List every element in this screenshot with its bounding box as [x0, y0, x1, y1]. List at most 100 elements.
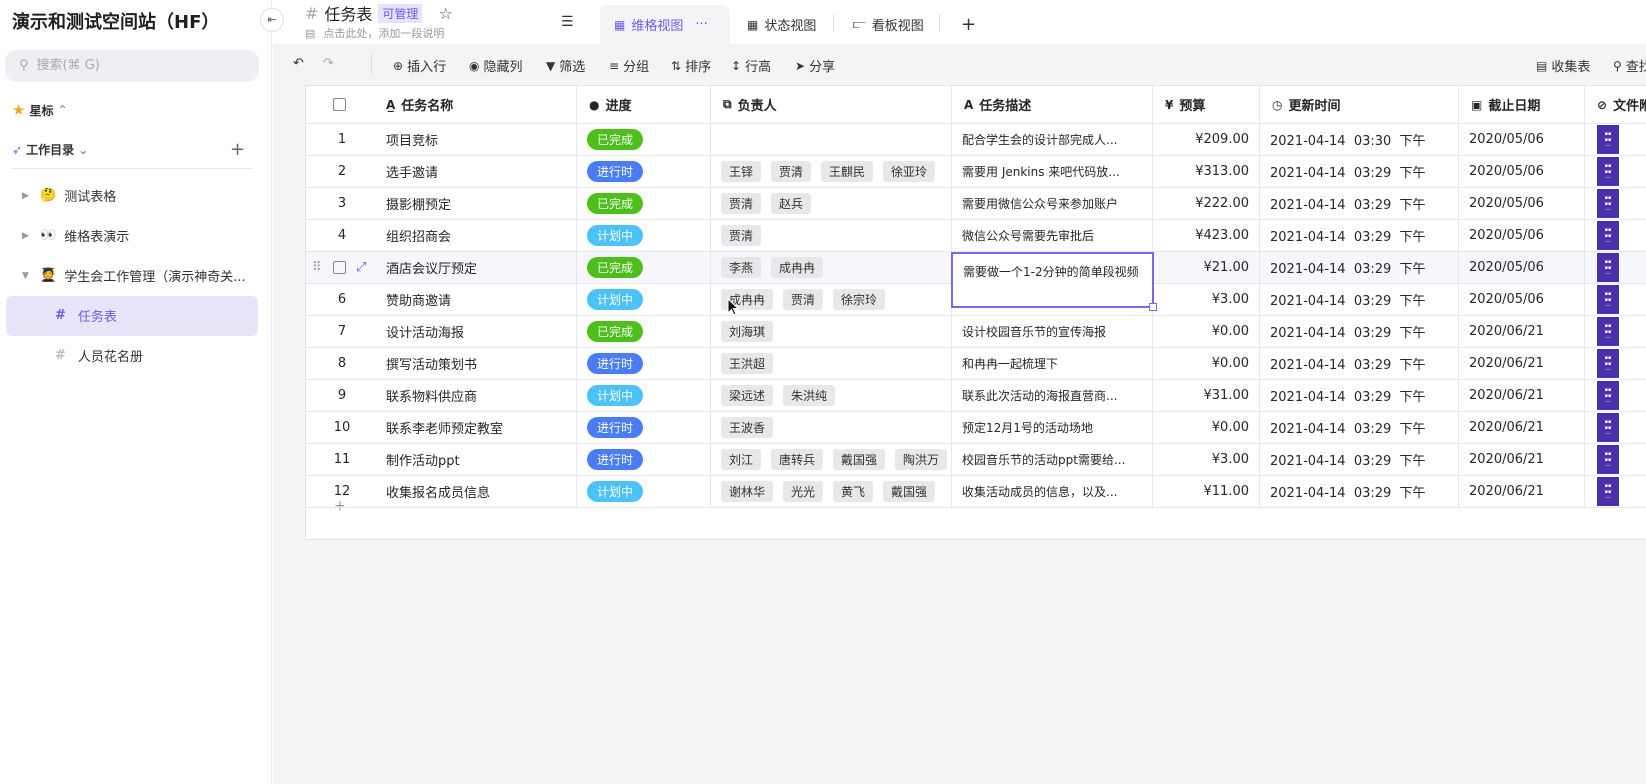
status-cell[interactable]: 进行时 [577, 156, 711, 187]
assignee-cell[interactable]: 梁远述 朱洪纯 [711, 380, 952, 411]
select-all-checkbox[interactable] [333, 98, 346, 111]
description-cell[interactable]: 收集活动成员的信息，以及... [952, 476, 1153, 507]
column-header[interactable]: A̲ 任务名称 [306, 86, 577, 123]
column-header[interactable]: ⧉ 负责人 [711, 86, 952, 123]
collapse-sidebar-button[interactable]: ⇤ [260, 8, 284, 32]
description-cell[interactable]: 微信公众号需要先审批后 [952, 220, 1153, 251]
budget-cell[interactable]: ¥0.00 [1153, 348, 1260, 379]
deadline-cell[interactable]: 2020/06/21 [1459, 316, 1585, 347]
assignee-cell[interactable]: 贾清 [711, 220, 952, 251]
deadline-cell[interactable]: 2020/06/21 [1459, 444, 1585, 475]
add-node-button[interactable]: + [230, 139, 245, 160]
hide-columns-button[interactable]: ◉ 隐藏列 [469, 56, 523, 76]
name-cell[interactable]: 6 赞助商邀请 [306, 284, 577, 315]
assignee-cell[interactable] [711, 124, 952, 155]
tree-item-test-table[interactable]: ▶ 🤔 测试表格 [22, 186, 116, 205]
view-list-icon[interactable]: ☰ [561, 14, 574, 30]
attachment-cell[interactable]: ▪▪ ▪▪ — [1585, 444, 1646, 475]
attachment-thumbnail[interactable]: ▪▪ ▪▪ — [1597, 157, 1619, 186]
table-row[interactable]: 4 组织招商会 计划中 贾清 微信公众号需要先审批后 ¥423.00 2021-04-14 … [306, 220, 1646, 252]
assignee-cell[interactable]: 李燕 成冉冉 [711, 252, 952, 283]
assignee-cell[interactable]: 王波香 [711, 412, 952, 443]
redo-button[interactable]: ↷ [323, 56, 334, 71]
description-cell[interactable]: 需要用 Jenkins 来吧代码放... [952, 156, 1153, 187]
sheet-description[interactable]: ▤ 点击此处，添加一段说明 [305, 25, 452, 41]
table-row[interactable]: 10 联系李老师预定教室 进行时 王波香 预定12月1号的活动场地 ¥0.00 2021-0… [306, 412, 1646, 444]
updated-time-cell[interactable]: 2021-04-14 03:29 下午 [1260, 316, 1459, 347]
status-cell[interactable]: 已完成 [577, 188, 711, 219]
cell-editor[interactable]: 需要做一个1-2分钟的简单段视频 [951, 252, 1157, 311]
deadline-cell[interactable]: 2020/05/06 [1459, 220, 1585, 251]
deadline-cell[interactable]: 2020/05/06 [1459, 188, 1585, 219]
attachment-thumbnail[interactable]: ▪▪ ▪▪ — [1597, 349, 1619, 378]
fill-handle[interactable] [1149, 303, 1157, 311]
description-cell[interactable]: 需要用微信公众号来参加账户 [952, 188, 1153, 219]
updated-time-cell[interactable]: 2021-04-14 03:29 下午 [1260, 444, 1459, 475]
attachment-thumbnail[interactable]: ▪▪ ▪▪ — [1597, 381, 1619, 410]
deadline-cell[interactable]: 2020/05/06 [1459, 124, 1585, 155]
name-cell[interactable]: 2 选手邀请 [306, 156, 577, 187]
table-row[interactable]: 2 选手邀请 进行时 王铎 贾清 王麒民 徐亚玲 需要用 Jenkins 来吧代码放... ¥3… [306, 156, 1646, 188]
updated-time-cell[interactable]: 2021-04-14 03:29 下午 [1260, 188, 1459, 219]
expand-record-icon[interactable]: ⤢ [356, 260, 366, 275]
attachment-cell[interactable]: ▪▪ ▪▪ — [1585, 188, 1646, 219]
deadline-cell[interactable]: 2020/06/21 [1459, 476, 1585, 507]
status-cell[interactable]: 计划中 [577, 380, 711, 411]
assignee-cell[interactable]: 刘江 唐转兵 戴国强 陶洪万 [711, 444, 952, 475]
attachment-cell[interactable]: ▪▪ ▪▪ — [1585, 476, 1646, 507]
column-header[interactable]: ⊘ 文件附件 [1585, 86, 1646, 123]
attachment-cell[interactable]: ▪▪ ▪▪ — [1585, 124, 1646, 155]
deadline-cell[interactable]: 2020/05/06 [1459, 252, 1585, 283]
attachment-cell[interactable]: ▪▪ ▪▪ — [1585, 348, 1646, 379]
updated-time-cell[interactable]: 2021-04-14 03:29 下午 [1260, 476, 1459, 507]
column-header[interactable]: ▣ 截止日期 [1459, 86, 1585, 123]
updated-time-cell[interactable]: 2021-04-14 03:29 下午 [1260, 220, 1459, 251]
attachment-cell[interactable]: ▪▪ ▪▪ — [1585, 284, 1646, 315]
budget-cell[interactable]: ¥209.00 [1153, 124, 1260, 155]
attachment-thumbnail[interactable]: ▪▪ ▪▪ — [1597, 317, 1619, 346]
attachment-thumbnail[interactable]: ▪▪ ▪▪ — [1597, 125, 1619, 154]
table-row[interactable]: 1 项目竞标 已完成 配合学生会的设计部完成人... ¥209.00 2021-04-14… [306, 124, 1646, 156]
budget-cell[interactable]: ¥0.00 [1153, 412, 1260, 443]
attachment-cell[interactable]: ▪▪ ▪▪ — [1585, 316, 1646, 347]
assignee-cell[interactable]: 王洪超 [711, 348, 952, 379]
assignee-cell[interactable]: 谢林华 光光 黄飞 戴国强 [711, 476, 952, 507]
budget-cell[interactable]: ¥21.00 [1153, 252, 1260, 283]
column-header[interactable]: ● 进度 [577, 86, 711, 123]
deadline-cell[interactable]: 2020/06/21 [1459, 380, 1585, 411]
row-checkbox[interactable] [333, 261, 346, 274]
table-row[interactable]: 11 制作活动ppt 进行时 刘江 唐转兵 戴国强 陶洪万 校园音乐节的活动ppt需要给...… [306, 444, 1646, 476]
attachment-cell[interactable]: ▪▪ ▪▪ — [1585, 156, 1646, 187]
catalog-section[interactable]: ➶ 工作目录 ⌄ + [12, 139, 262, 160]
status-cell[interactable]: 进行时 [577, 348, 711, 379]
attachment-thumbnail[interactable]: ▪▪ ▪▪ — [1597, 285, 1619, 314]
tree-item-roster[interactable]: # 人员花名册 [55, 346, 143, 365]
assignee-cell[interactable]: 贾清 赵兵 [711, 188, 952, 219]
tab-grid-view[interactable]: ▦ 维格视图 ··· [600, 5, 730, 44]
table-row[interactable]: 12 收集报名成员信息 计划中 谢林华 光光 黄飞 戴国强 收集活动成员的信息，以及... ¥1… [306, 476, 1646, 508]
status-cell[interactable]: 已完成 [577, 316, 711, 347]
name-cell[interactable]: 12 收集报名成员信息 [306, 476, 577, 507]
tree-item-student-union[interactable]: ▼ 🧑‍🎓 学生会工作管理（演示神奇关... [22, 266, 246, 285]
share-button[interactable]: ➤ 分享 [795, 56, 835, 76]
updated-time-cell[interactable]: 2021-04-14 03:29 下午 [1260, 348, 1459, 379]
updated-time-cell[interactable]: 2021-04-14 03:30 下午 [1260, 124, 1459, 155]
updated-time-cell[interactable]: 2021-04-14 03:29 下午 [1260, 380, 1459, 411]
attachment-cell[interactable]: ▪▪ ▪▪ — [1585, 220, 1646, 251]
form-button[interactable]: ▤ 收集表 [1536, 56, 1590, 76]
attachment-cell[interactable]: ▪▪ ▪▪ — [1585, 380, 1646, 411]
column-header[interactable]: ¥ 预算 [1153, 86, 1260, 123]
status-cell[interactable]: 计划中 [577, 476, 711, 507]
description-cell[interactable]: 配合学生会的设计部完成人... [952, 124, 1153, 155]
tab-status-view[interactable]: ▦ 状态视图 [733, 5, 830, 44]
drag-handle-icon[interactable]: ⠿ [312, 260, 322, 275]
table-row[interactable]: 8 撰写活动策划书 进行时 王洪超 和冉冉一起梳理下 ¥0.00 2021-04-14 03… [306, 348, 1646, 380]
name-cell[interactable]: 9 联系物料供应商 [306, 380, 577, 411]
status-cell[interactable]: 进行时 [577, 412, 711, 443]
budget-cell[interactable]: ¥0.00 [1153, 316, 1260, 347]
sheet-title-text[interactable]: 任务表 [324, 1, 372, 25]
deadline-cell[interactable]: 2020/06/21 [1459, 412, 1585, 443]
budget-cell[interactable]: ¥222.00 [1153, 188, 1260, 219]
column-header[interactable]: A 任务描述 [952, 86, 1153, 123]
insert-row-button[interactable]: ⊕ 插入行 [393, 56, 446, 76]
